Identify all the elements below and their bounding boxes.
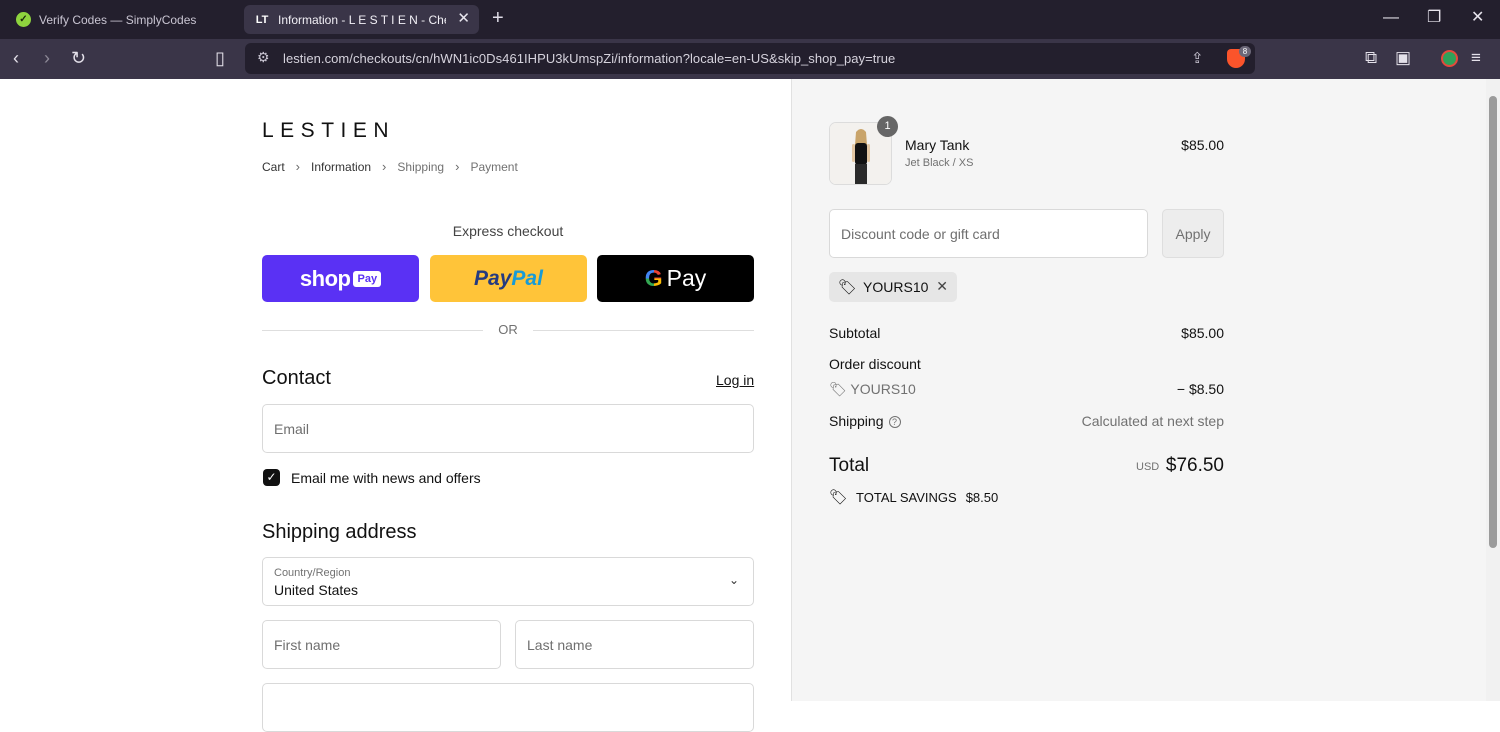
apply-button[interactable]: Apply (1162, 209, 1224, 258)
brand-logo[interactable]: LESTIEN (262, 119, 395, 143)
url-text[interactable]: lestien.com/checkouts/cn/hWN1ic0Ds461IHP… (283, 51, 895, 66)
minimize-icon[interactable]: — (1383, 9, 1399, 27)
last-name-placeholder: Last name (527, 637, 593, 653)
share-icon[interactable]: ⇪ (1191, 49, 1204, 67)
product-variant: Jet Black / XS (905, 157, 974, 169)
shield-count-badge: 8 (1239, 46, 1251, 57)
shipping-row-label: Shipping? (829, 413, 901, 429)
chevron-right-icon: › (382, 159, 387, 174)
discount-code-text: YOURS10 (850, 381, 916, 397)
discount-code-row: 🏷︎ YOURS10 (829, 381, 916, 398)
chevron-right-icon: › (295, 159, 301, 174)
discount-placeholder: Discount code or gift card (841, 226, 1000, 242)
or-divider: OR (262, 322, 754, 338)
tab-checkout[interactable]: LT Information - L E S T I E N - Checkou… (244, 5, 479, 34)
product-price: $85.00 (1181, 137, 1224, 153)
tab-title: Verify Codes — SimplyCodes (39, 12, 197, 27)
google-pay-button[interactable]: G Pay (597, 255, 754, 302)
shipping-address-title: Shipping address (262, 521, 417, 543)
tab-simplycodes[interactable]: ✓ Verify Codes — SimplyCodes (8, 5, 240, 34)
wallet-icon[interactable]: ▣ (1395, 48, 1411, 68)
subtotal-value: $85.00 (1181, 325, 1224, 341)
close-tab-icon[interactable]: ✕ (457, 11, 470, 27)
savings-label: TOTAL SAVINGS (856, 489, 957, 505)
page-scrollbar[interactable] (1486, 79, 1500, 701)
or-text: OR (498, 322, 518, 337)
breadcrumb: Cart › Information › Shipping › Payment (262, 159, 518, 174)
applied-code-chip: 🏷︎ YOURS10 ✕ (829, 272, 957, 302)
subtotal-label: Subtotal (829, 325, 881, 341)
discount-value: − $8.50 (1176, 381, 1224, 397)
checkout-page: LESTIEN Cart › Information › Shipping › … (0, 79, 1500, 732)
menu-icon[interactable]: ≡ (1471, 48, 1481, 68)
paypal-logo: PayPal (474, 266, 543, 290)
scrollbar-thumb[interactable] (1489, 96, 1497, 548)
total-label: Total (829, 455, 870, 476)
shipping-value: Calculated at next step (1081, 413, 1224, 429)
email-field[interactable]: Email (262, 404, 754, 453)
reload-icon[interactable]: ↻ (71, 48, 86, 68)
country-label: Country/Region (274, 567, 351, 579)
savings-value: $8.50 (965, 489, 999, 505)
first-name-placeholder: First name (274, 637, 341, 653)
forward-icon[interactable]: › (44, 48, 50, 68)
browser-nav-bar: ‹ › ↻ ▯ ⚙ lestien.com/checkouts/cn/hWN1i… (0, 39, 1500, 79)
breadcrumb-information: Information (311, 159, 372, 174)
newsletter-label[interactable]: Email me with news and offers (291, 470, 481, 486)
tab-title: Information - L E S T I E N - Checkout (278, 12, 446, 27)
shop-pay-button[interactable]: shop Pay (262, 255, 419, 302)
log-in-link[interactable]: Log in (716, 372, 754, 388)
back-icon[interactable]: ‹ (13, 48, 19, 68)
country-select[interactable]: Country/Region United States ⌄ (262, 557, 754, 606)
express-checkout-title: Express checkout (452, 223, 564, 239)
order-discount-label: Order discount (829, 356, 921, 372)
close-window-icon[interactable]: ✕ (1471, 9, 1484, 27)
google-g-icon: G (644, 265, 663, 291)
lestien-favicon-icon: LT (255, 13, 269, 26)
newsletter-checkbox[interactable]: ✓ (263, 469, 280, 486)
total-savings: 🏷︎ TOTAL SAVINGS $8.50 (829, 488, 998, 506)
chevron-right-icon: › (455, 159, 460, 174)
breadcrumb-cart[interactable]: Cart (262, 160, 285, 174)
chevron-down-icon: ⌄ (728, 573, 739, 587)
address-field[interactable] (262, 683, 754, 732)
browser-tab-bar: ✓ Verify Codes — SimplyCodes LT Informat… (0, 0, 1500, 39)
discount-code-field[interactable]: Discount code or gift card (829, 209, 1148, 258)
profile-avatar[interactable] (1441, 50, 1458, 67)
extensions-icon[interactable]: ⧉ (1365, 48, 1377, 68)
remove-code-icon[interactable]: ✕ (936, 278, 948, 295)
shop-pay-badge: Pay (353, 270, 382, 287)
google-pay-logo: G Pay (644, 265, 707, 291)
product-name: Mary Tank (905, 137, 970, 153)
tag-icon: 🏷︎ (829, 489, 849, 506)
total-amount: $76.50 (1165, 455, 1224, 476)
applied-code: YOURS10 (863, 279, 929, 295)
first-name-field[interactable]: First name (262, 620, 501, 669)
bookmark-icon[interactable]: ▯ (215, 48, 225, 68)
quantity-badge: 1 (877, 116, 898, 137)
shop-pay-logo: shop (299, 265, 351, 291)
breadcrumb-payment: Payment (470, 159, 518, 174)
country-value: United States (274, 582, 359, 598)
address-bar[interactable]: ⚙ lestien.com/checkouts/cn/hWN1ic0Ds461I… (245, 43, 1255, 74)
restore-icon[interactable]: ❐ (1427, 9, 1441, 27)
breadcrumb-shipping: Shipping (397, 159, 445, 174)
paypal-button[interactable]: PayPal (430, 255, 587, 302)
new-tab-icon[interactable]: + (492, 8, 504, 28)
contact-title: Contact (262, 367, 331, 389)
simplycodes-icon: ✓ (16, 12, 31, 27)
checkout-main: LESTIEN Cart › Information › Shipping › … (0, 79, 791, 732)
tag-icon: 🏷︎ (829, 381, 847, 397)
last-name-field[interactable]: Last name (515, 620, 754, 669)
email-placeholder: Email (274, 421, 310, 437)
tag-icon: 🏷︎ (838, 279, 858, 296)
help-icon[interactable]: ? (888, 416, 901, 428)
site-settings-icon[interactable]: ⚙ (257, 49, 270, 66)
